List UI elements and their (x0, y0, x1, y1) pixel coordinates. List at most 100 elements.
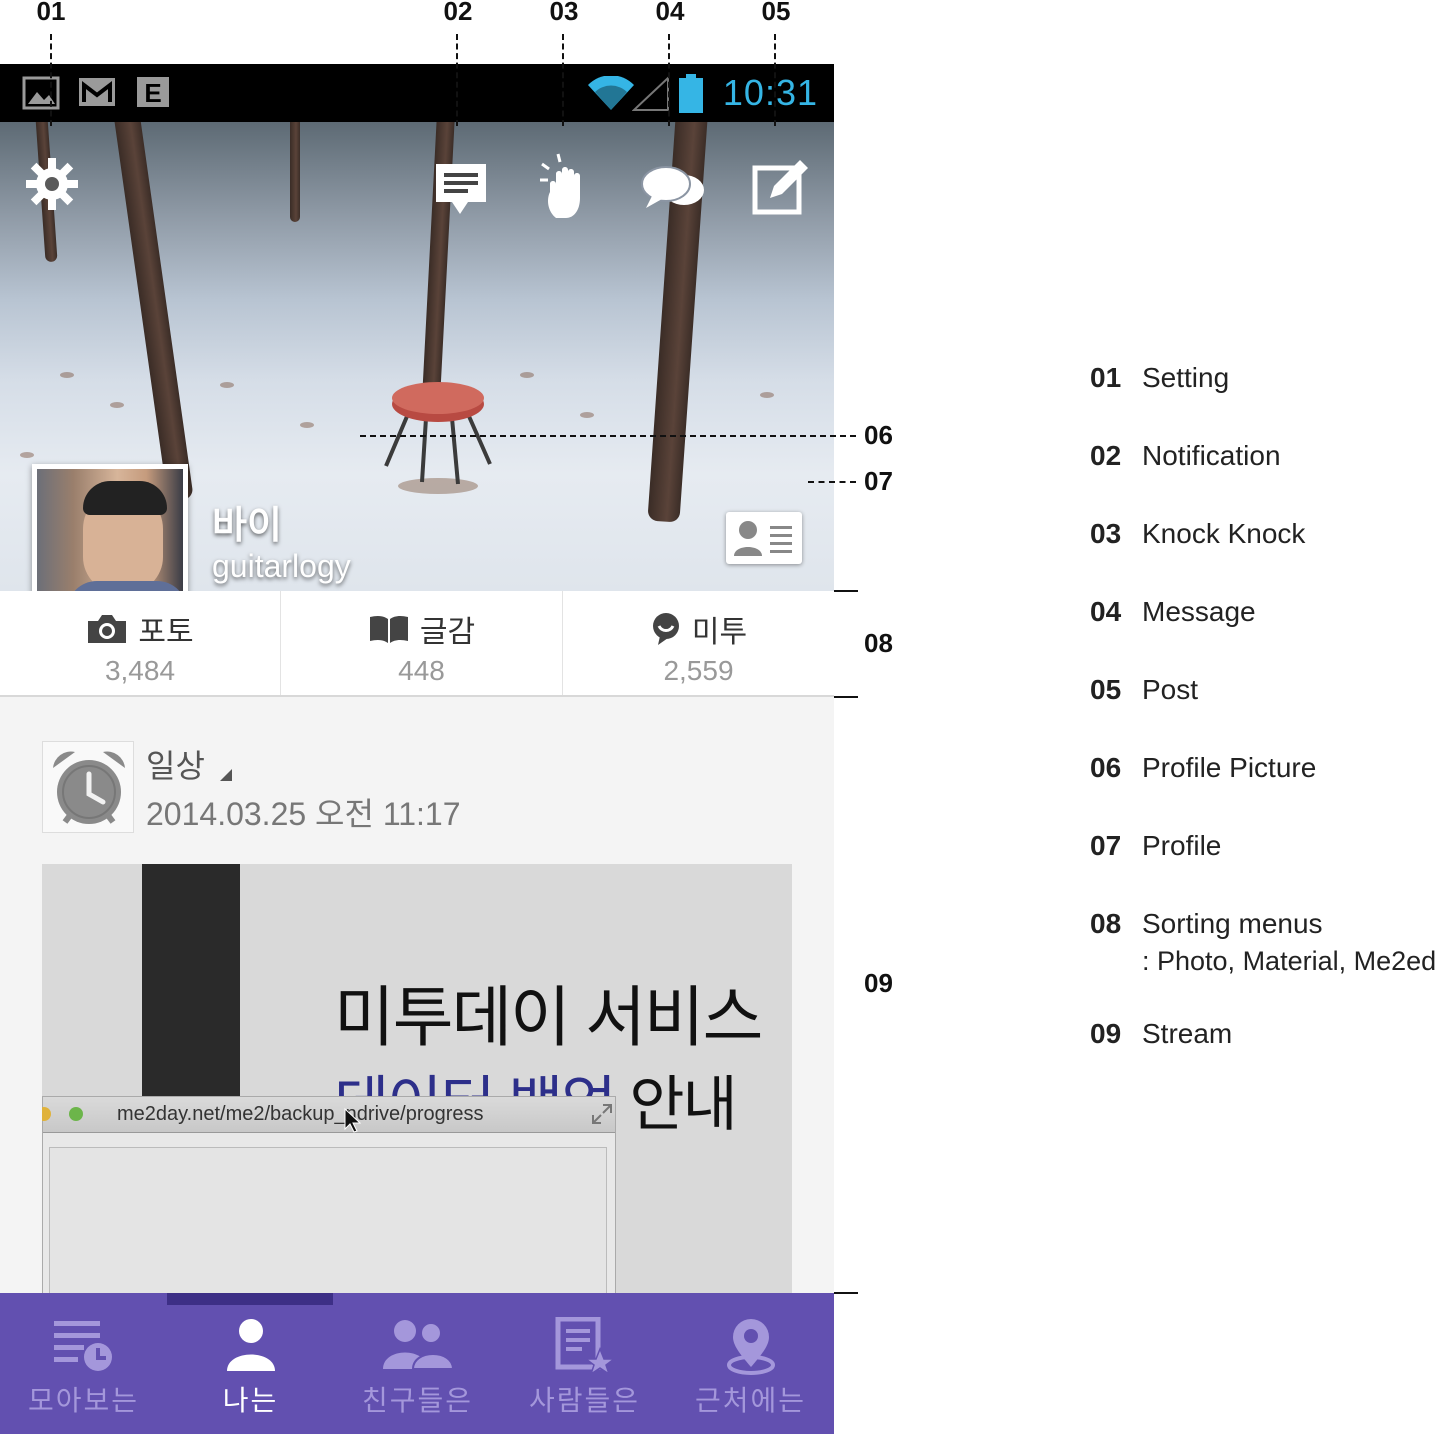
knock-hand-icon[interactable] (536, 152, 596, 220)
legend-num: 09 (1090, 1018, 1122, 1049)
dropdown-triangle-icon (219, 769, 232, 781)
user-id: guitarlogy (212, 548, 351, 584)
snow-track (520, 372, 534, 378)
snow-track (110, 402, 124, 408)
legend-num: 03 (1090, 518, 1122, 549)
status-time: 10:31 (722, 72, 818, 113)
sort-me2ed[interactable]: 미투 2,559 (562, 591, 834, 695)
legend-num: 08 (1090, 908, 1122, 939)
sorting-menu: 포토 3,484 글감 448 미투 2,559 (0, 591, 834, 697)
sort-material-label: 글감 (419, 616, 476, 649)
alarm-clock-icon (53, 751, 125, 824)
wifi-icon (588, 76, 634, 110)
svg-text:E: E (144, 78, 161, 108)
tab-me[interactable]: 나는 (167, 1293, 334, 1434)
sort-me2ed-label-row: 미투 (563, 607, 834, 651)
callout-04: 04 (655, 0, 685, 26)
bracket-tick (834, 1292, 858, 1294)
callout-03: 03 (549, 0, 579, 26)
doc-star-icon (555, 1317, 616, 1375)
callout-09: 09 (864, 968, 893, 998)
legend-text: Notification (1142, 440, 1281, 471)
callout-06: 06 (864, 420, 893, 450)
post-image[interactable]: 미투데이 서비스 데이터 백업 안내 me2day.net/me2/backup… (42, 864, 792, 1304)
image-headline: 미투데이 서비스 (334, 980, 763, 1054)
sort-me2ed-count: 2,559 (663, 655, 734, 686)
friends-icon (382, 1320, 454, 1370)
stream[interactable]: 일상 2014.03.25 오전 11:17 미투데이 서비스 데이터 백업 안… (0, 697, 834, 1304)
tab-friends-label: 친구들은 (361, 1385, 474, 1416)
tab-friends[interactable]: 친구들은 (334, 1293, 501, 1434)
legend-text: Setting (1142, 362, 1230, 393)
post-category[interactable]: 일상 (146, 741, 234, 787)
snow-track (20, 452, 34, 458)
window-dot-yellow (42, 1107, 51, 1121)
browser-content (49, 1147, 607, 1304)
message-bubbles-icon[interactable] (640, 162, 706, 216)
legend-text: Knock Knock (1142, 518, 1306, 549)
sort-material-label-row: 글감 (281, 607, 562, 651)
sort-photo[interactable]: 포토 3,484 (0, 591, 280, 695)
hair-shape (83, 481, 167, 515)
gear-icon[interactable] (24, 156, 80, 212)
snow-track (580, 412, 594, 418)
display-name: 바이 (212, 505, 282, 547)
legend-num: 05 (1090, 674, 1122, 705)
sort-photo-count: 3,484 (104, 655, 176, 686)
browser-titlebar: me2day.net/me2/backup_ndrive/progress (42, 1097, 615, 1133)
tab-collect-label: 모아보는 (27, 1385, 140, 1416)
post-edit-icon[interactable] (752, 156, 812, 216)
sort-material[interactable]: 글감 448 (280, 591, 562, 695)
leader-05 (774, 34, 776, 126)
leader-04 (668, 34, 670, 126)
bracket-tick (834, 696, 858, 698)
shirt-shape (67, 581, 183, 591)
tab-people[interactable]: 사람들은 (501, 1293, 668, 1434)
window-dot-green (69, 1107, 83, 1121)
sort-photo-label-row: 포토 (0, 607, 280, 651)
list-clock-icon (53, 1321, 112, 1371)
profile-picture[interactable] (32, 464, 188, 591)
legend-text: Sorting menus (1142, 908, 1323, 939)
person-icon (226, 1319, 275, 1371)
legend-num: 04 (1090, 596, 1122, 627)
snow-track (220, 382, 234, 388)
legend-text: Message (1142, 596, 1256, 627)
callout-08: 08 (864, 628, 893, 658)
legend-text: Stream (1142, 1018, 1233, 1049)
tab-nearby-label: 근처에는 (694, 1385, 807, 1416)
notification-icon[interactable] (434, 162, 488, 216)
sort-photo-label: 포토 (138, 616, 194, 649)
legend-num: 01 (1090, 362, 1122, 393)
tab-nearby[interactable]: 근처에는 (667, 1293, 834, 1434)
post-category-label: 일상 (146, 748, 205, 784)
tree (112, 122, 194, 502)
leader-01 (50, 34, 52, 126)
tab-people-label: 사람들은 (528, 1385, 641, 1416)
camera-icon (88, 615, 127, 643)
expand-icon (592, 1104, 612, 1124)
image-sub-text: 안내 (614, 1071, 737, 1138)
legend-num: 06 (1090, 752, 1122, 783)
leader-02 (456, 34, 458, 126)
browser-url: me2day.net/me2/backup_ndrive/progress (117, 1103, 484, 1125)
profile-card-button[interactable] (726, 512, 802, 564)
tree (290, 122, 300, 222)
signal-icon (632, 76, 669, 111)
speech-bubble-icon (652, 613, 679, 645)
bottom-navigation: 모아보는 나는 친구들은 사람들은 근처에는 (0, 1293, 834, 1434)
mouse-cursor-icon (344, 1107, 361, 1133)
callout-07: 07 (864, 466, 893, 496)
legend-num: 02 (1090, 440, 1122, 471)
leader-07 (808, 481, 856, 483)
legend-subtext: : Photo, Material, Me2ed (1142, 946, 1436, 976)
legend-text: Profile (1142, 830, 1222, 861)
phone-screen: E 10:31 바이 guitarlogy 포토 3,484 글감 448 미투… (0, 64, 834, 1434)
stool-image (384, 382, 492, 494)
tab-collect[interactable]: 모아보는 (0, 1293, 167, 1434)
profile-photo (37, 469, 183, 591)
snow-track (60, 372, 74, 378)
post-category-avatar[interactable] (42, 741, 134, 833)
edge-network-icon: E (137, 77, 169, 108)
browser-window: me2day.net/me2/backup_ndrive/progress (42, 1096, 616, 1304)
